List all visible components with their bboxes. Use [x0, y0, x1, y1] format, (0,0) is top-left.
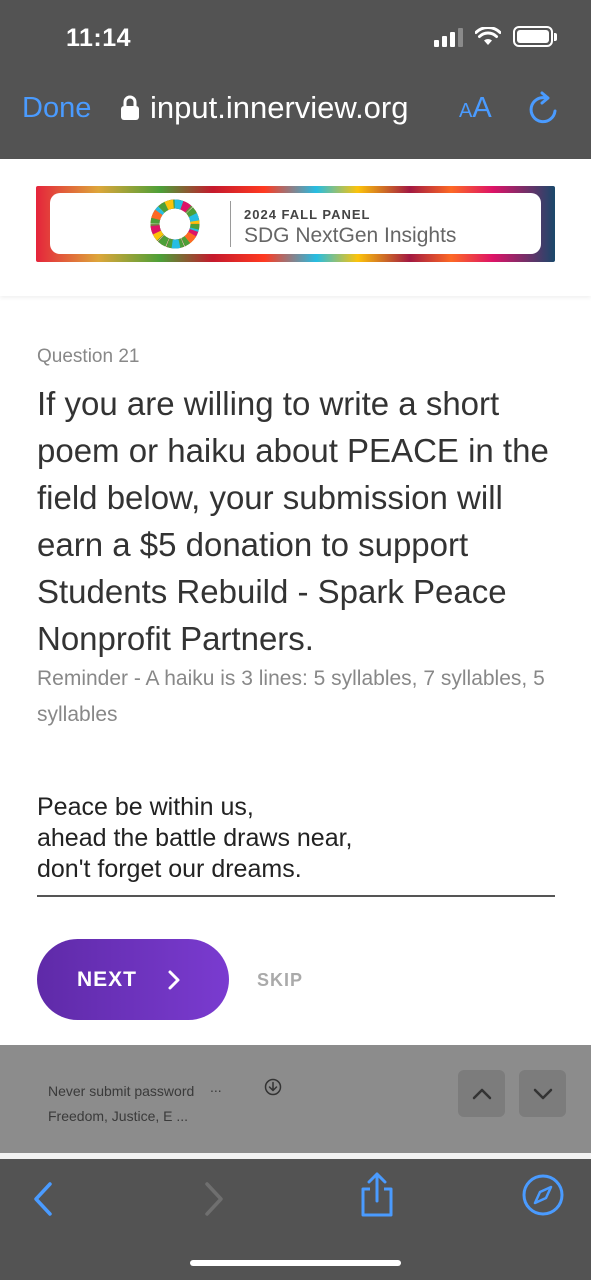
home-indicator [190, 1260, 401, 1266]
signal-icon [434, 27, 463, 47]
previous-field-button[interactable] [458, 1070, 505, 1117]
banner-panel-label: 2024 FALL PANEL [244, 207, 371, 222]
next-field-button[interactable] [519, 1070, 566, 1117]
compass-icon[interactable] [521, 1173, 565, 1217]
share-icon[interactable] [357, 1171, 397, 1219]
question-text: If you are willing to write a short poem… [37, 385, 549, 657]
url-text: input.innerview.org [150, 90, 409, 125]
forward-arrow-icon[interactable] [201, 1179, 227, 1219]
back-arrow-icon[interactable] [30, 1179, 56, 1219]
wifi-icon [475, 26, 501, 45]
address-bar[interactable]: input.innerview.org [120, 90, 409, 126]
next-label: NEXT [77, 967, 138, 991]
banner-title: SDG NextGen Insights [244, 224, 457, 247]
status-icons [434, 26, 557, 47]
download-circle-icon[interactable] [264, 1078, 282, 1096]
question-hint: Reminder - A haiku is 3 lines: 5 syllabl… [37, 667, 545, 726]
survey-header: 2024 FALL PANEL SDG NextGen Insights [0, 159, 591, 296]
answer-underline [37, 895, 555, 897]
autofill-line-2: Freedom, Justice, E ... [48, 1108, 189, 1124]
lock-icon [121, 95, 139, 120]
reader-text-size-button[interactable]: AA [459, 92, 492, 125]
status-time: 11:14 [66, 24, 132, 52]
question-number: Question 21 [37, 346, 140, 367]
banner-divider [230, 201, 231, 247]
chevron-right-icon [168, 970, 180, 989]
next-button[interactable]: NEXT [37, 939, 229, 1020]
sdg-wheel-logo [150, 199, 200, 249]
chevron-down-icon [533, 1088, 552, 1099]
battery-icon [513, 26, 557, 47]
keyboard-accessory-bar: Never submit password Freedom, Justice, … [0, 1045, 591, 1153]
panel-banner: 2024 FALL PANEL SDG NextGen Insights [36, 186, 555, 262]
done-button[interactable]: Done [22, 92, 91, 125]
banner-card: 2024 FALL PANEL SDG NextGen Insights [50, 193, 541, 254]
autofill-line-1: Never submit password [48, 1083, 195, 1099]
chevron-up-icon [472, 1088, 491, 1099]
autofill-suggestion[interactable]: Never submit password Freedom, Justice, … [48, 1079, 194, 1129]
reload-icon[interactable] [526, 90, 562, 128]
autofill-ellipsis: ... [210, 1079, 222, 1095]
skip-button[interactable]: SKIP [257, 970, 303, 991]
answer-textarea[interactable]: Peace be within us, ahead the battle dra… [37, 792, 555, 885]
browser-top-chrome: 11:14 Done input.innerview.org AA [0, 0, 591, 159]
